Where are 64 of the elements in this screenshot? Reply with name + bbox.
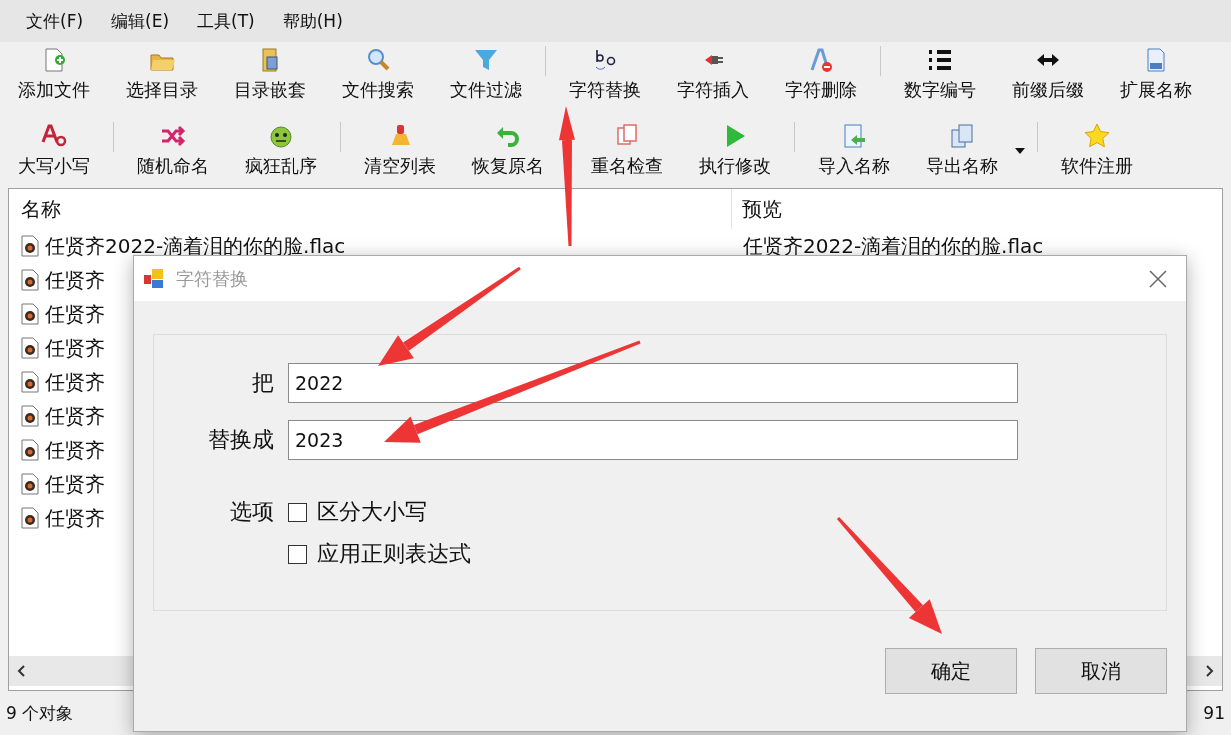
audio-file-icon [21,303,39,325]
column-header[interactable]: 名称 [9,189,731,229]
toolbar-button[interactable]: 重名检查 [580,122,674,184]
file-name: 任贤齐 [45,470,105,498]
menu-item[interactable]: 工具(T) [185,5,267,37]
audio-file-icon [21,405,39,427]
options-label: 选项 [229,498,274,526]
text-field[interactable]: 2022 [288,363,1018,403]
toolbar-button[interactable]: 选择目录 [115,46,209,108]
close-icon[interactable] [1148,268,1168,289]
checkbox[interactable] [288,544,307,564]
option-label[interactable]: 区分大小写 [317,497,427,527]
toolbar-button[interactable]: 文件搜索 [331,46,425,108]
audio-file-icon [21,371,39,393]
toolbar-button[interactable]: 目录嵌套 [223,46,317,108]
audio-file-icon [21,439,39,461]
dialog-button[interactable]: 确定 [885,648,1017,694]
toolbar-button[interactable]: 添加文件 [7,46,101,108]
toolbar-button[interactable]: 疯狂乱序 [234,122,328,184]
file-name: 任贤齐 [45,266,105,294]
file-name: 任贤齐 [45,436,105,464]
option-label[interactable]: 应用正则表达式 [317,539,471,569]
menu-item[interactable]: 文件(F) [14,5,96,37]
toolbar-button[interactable]: 字符替换 [558,46,652,108]
column-header[interactable]: 预览 [731,189,1221,229]
toolbar-button[interactable]: 文件过滤 [439,46,533,108]
toolbar-button[interactable]: 导出名称 [915,122,1025,184]
file-name: 任贤齐 [45,504,105,532]
checkbox[interactable] [288,502,307,522]
status-text: 91 [1203,703,1225,723]
toolbar-button[interactable]: 导入名称 [807,122,901,184]
copy-icon [948,122,976,150]
app-icon [142,266,166,291]
audio-file-icon [21,235,39,257]
toolbar-button[interactable]: 执行修改 [688,122,782,184]
toolbar-button[interactable]: 大写小写 [7,122,101,184]
file-name: 任贤齐 [45,402,105,430]
dialog-button[interactable]: 取消 [1035,648,1167,694]
toolbar-button[interactable]: 恢复原名 [461,122,555,184]
dialog-title: 字符替换 [176,266,249,291]
audio-file-icon [21,507,39,529]
field-label: 把 [251,369,274,397]
toolbar-button[interactable]: 随机命名 [126,122,220,184]
audio-file-icon [21,269,39,291]
toolbar-button[interactable]: 清空列表 [353,122,447,184]
audio-file-icon [21,473,39,495]
star-icon [1083,122,1111,150]
toolbar-button[interactable]: 软件注册 [1050,122,1144,184]
toolbar-button[interactable]: 数字编号 [893,46,987,108]
menu-item[interactable]: 编辑(E) [99,5,182,37]
text-field[interactable]: 2023 [288,420,1018,460]
toolbar-button[interactable]: 前缀后缀 [1001,46,1095,108]
file-name: 任贤齐 [45,300,105,328]
file-name: 任贤齐 [45,368,105,396]
field-label: 替换成 [207,426,274,454]
toolbar-button[interactable]: 字符删除 [774,46,868,108]
audio-file-icon [21,337,39,359]
menu-item[interactable]: 帮助(H) [270,5,355,37]
toolbar-button[interactable]: 扩展名称 [1109,46,1203,108]
object-count: 9 个对象 [6,701,74,725]
file-name: 任贤齐 [45,334,105,362]
caret-icon[interactable] [1015,148,1025,154]
toolbar-button[interactable]: 字符插入 [666,46,760,108]
file-name: 任贤齐2022-滴着泪的你的脸.flac [45,232,346,260]
